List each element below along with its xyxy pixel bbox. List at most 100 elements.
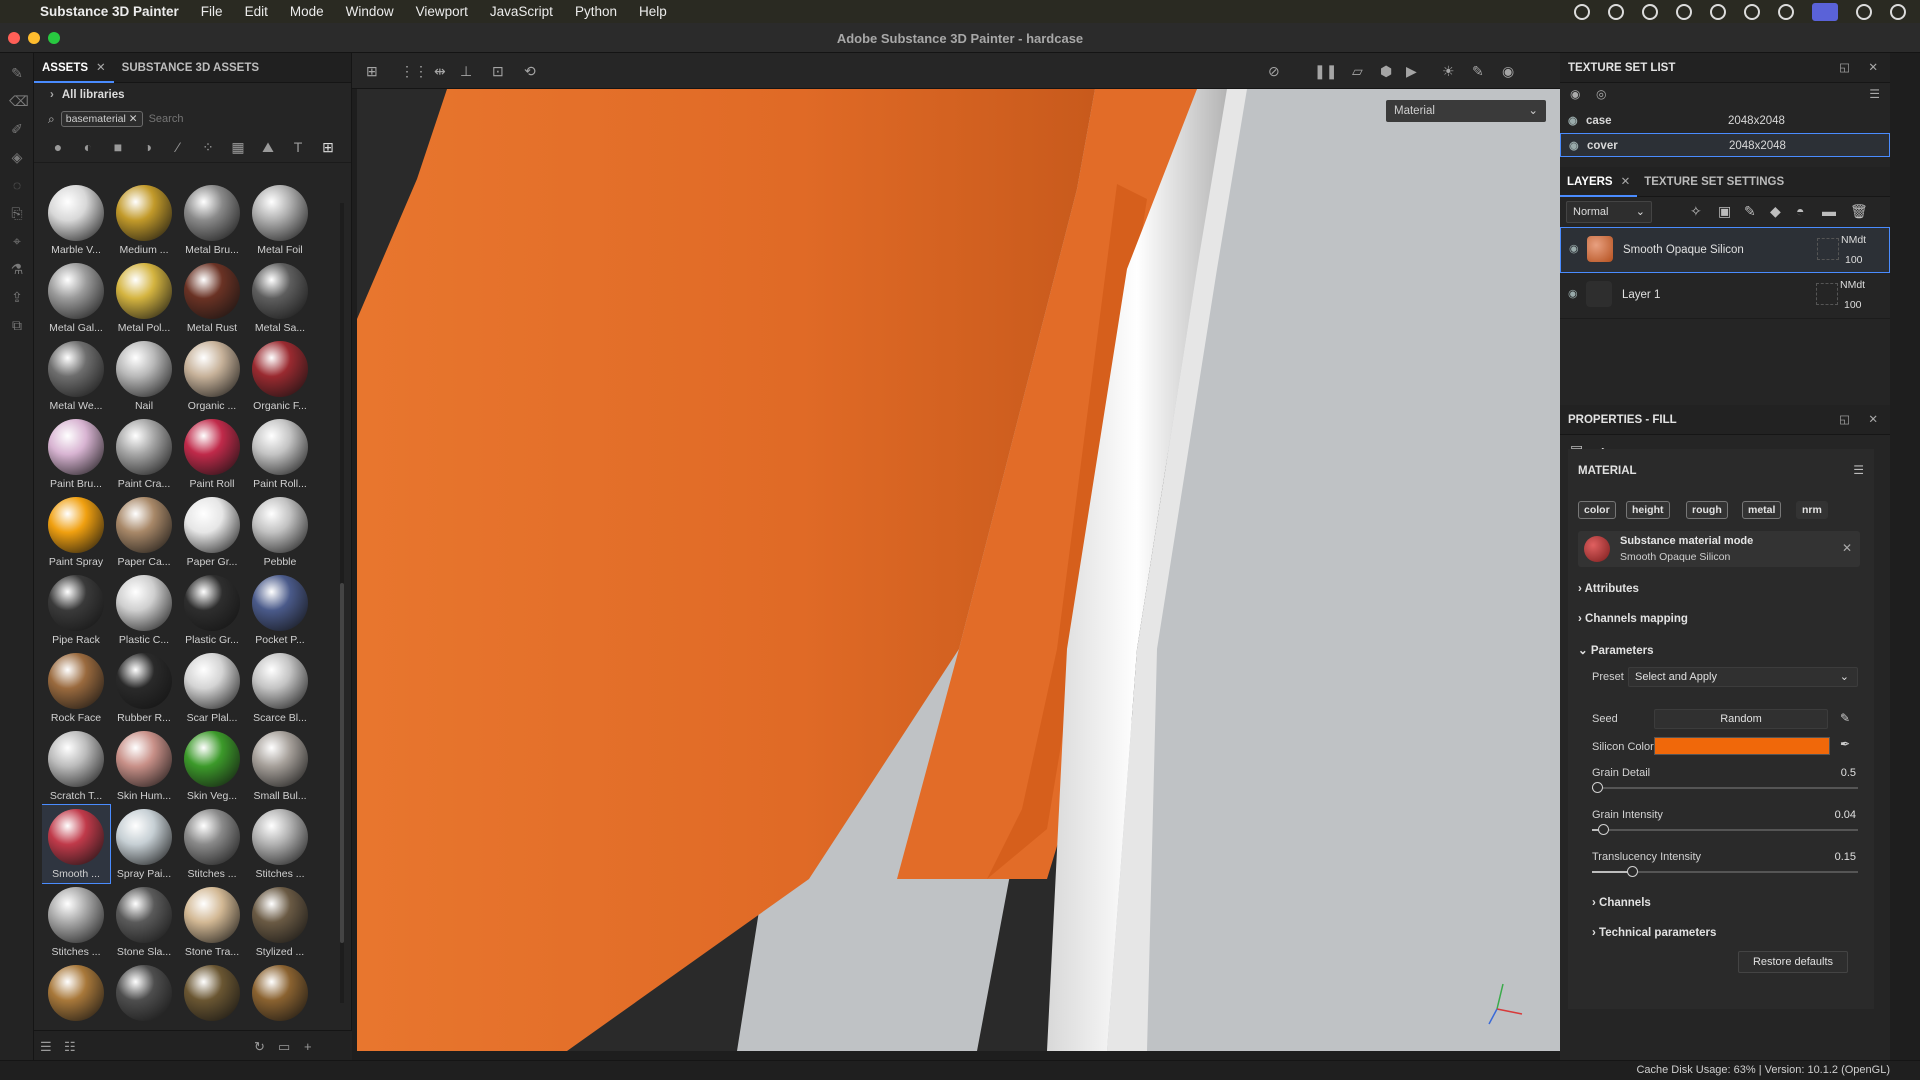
assets-icon[interactable]: ⧉ xyxy=(9,317,25,333)
viewport-mode-select[interactable]: Material ⌄ xyxy=(1386,100,1546,122)
tray-app-icon[interactable] xyxy=(1856,3,1872,20)
visibility-toggle-icon[interactable]: ◉ xyxy=(1570,87,1580,101)
filter-brushes-icon[interactable]: ⁄ xyxy=(170,139,186,155)
material-picker-icon[interactable]: ⌖ xyxy=(9,233,25,249)
menu-edit[interactable]: Edit xyxy=(245,4,268,19)
asset-thumbnail[interactable]: Paper Ca... xyxy=(110,493,178,571)
effects-icon[interactable]: ✧ xyxy=(1690,203,1702,220)
menu-help[interactable]: Help xyxy=(639,4,667,19)
details-view-icon[interactable]: ☷ xyxy=(64,1039,76,1055)
bake-icon[interactable]: ⚗ xyxy=(9,261,25,277)
asset-thumbnail[interactable]: Plastic Gr... xyxy=(178,571,246,649)
brush-mode-icon[interactable]: ✎ xyxy=(1472,63,1484,80)
asset-thumbnail[interactable]: Scarce Bl... xyxy=(246,649,314,727)
asset-thumbnail[interactable]: Stylized ... xyxy=(178,961,246,1023)
filter-text-icon[interactable]: T xyxy=(290,139,306,155)
tab-layers[interactable]: LAYERS ✕ xyxy=(1560,167,1638,197)
menu-mode[interactable]: Mode xyxy=(290,4,324,19)
2d-view-icon[interactable]: ▱ xyxy=(1352,63,1363,80)
asset-thumbnail[interactable]: Metal Foil xyxy=(246,181,314,259)
menu-window[interactable]: Window xyxy=(346,4,394,19)
reset-camera-icon[interactable]: ⟲ xyxy=(524,63,536,80)
list-view-icon[interactable]: ☰ xyxy=(40,1039,52,1055)
section-parameters[interactable]: ⌄ Parameters xyxy=(1578,643,1654,657)
grain-intensity-slider[interactable] xyxy=(1592,824,1858,835)
paint-layer-icon[interactable]: ✎ xyxy=(1744,203,1756,220)
preset-select[interactable]: Select and Apply ⌄ xyxy=(1628,667,1858,687)
restore-defaults-button[interactable]: Restore defaults xyxy=(1738,951,1848,973)
asset-thumbnail[interactable]: Pipe Rack xyxy=(42,571,110,649)
silicon-color-swatch[interactable] xyxy=(1654,737,1830,755)
tray-app-icon[interactable] xyxy=(1710,3,1726,20)
asset-thumbnail[interactable]: Skin Hum... xyxy=(110,727,178,805)
channel-color-toggle[interactable]: color xyxy=(1578,501,1616,519)
substance-material-card[interactable]: Substance material mode Smooth Opaque Si… xyxy=(1578,531,1860,567)
menu-icon[interactable]: ☰ xyxy=(1869,87,1880,101)
asset-thumbnail[interactable]: Metal Sa... xyxy=(246,259,314,337)
slider-handle[interactable] xyxy=(1598,824,1609,835)
channel-rough-toggle[interactable]: rough xyxy=(1686,501,1728,519)
asset-thumbnail[interactable]: Rock Face xyxy=(42,649,110,727)
close-icon[interactable]: ✕ xyxy=(1842,541,1852,555)
camera-icon[interactable]: ▶ xyxy=(1406,63,1417,80)
geometry-fill-icon[interactable]: ◈ xyxy=(9,149,25,165)
libraries-breadcrumb[interactable]: › All libraries xyxy=(34,83,351,107)
lighting-icon[interactable]: ☀ xyxy=(1442,63,1455,80)
section-channels-mapping[interactable]: › Channels mapping xyxy=(1578,613,1688,625)
section-technical-parameters[interactable]: › Technical parameters xyxy=(1592,927,1716,939)
asset-thumbnail[interactable]: Plastic C... xyxy=(110,571,178,649)
asset-thumbnail[interactable]: Pebble xyxy=(246,493,314,571)
grid-view-icon[interactable]: ⊞ xyxy=(366,63,378,80)
frame-icon[interactable]: ⊡ xyxy=(492,63,504,80)
eye-icon[interactable]: ◉ xyxy=(1568,287,1578,300)
filter-environments-icon[interactable]: ⛰ xyxy=(260,139,276,155)
export-icon[interactable]: ⇪ xyxy=(9,289,25,305)
asset-thumbnail[interactable]: Rubber R... xyxy=(110,649,178,727)
app-menu[interactable]: Substance 3D Painter xyxy=(40,4,179,19)
pause-icon[interactable]: ❚❚ xyxy=(1314,63,1337,80)
menu-viewport[interactable]: Viewport xyxy=(416,4,468,19)
maximize-icon[interactable]: ◱ xyxy=(1839,53,1850,83)
close-icon[interactable]: ✕ xyxy=(96,62,106,74)
asset-thumbnail[interactable]: Stone Sla... xyxy=(110,883,178,961)
asset-thumbnail[interactable]: Metal Bru... xyxy=(178,181,246,259)
fill-layer-icon[interactable]: ◆ xyxy=(1770,203,1781,220)
channel-height-toggle[interactable]: height xyxy=(1626,501,1670,519)
hide-icon[interactable]: ⊘ xyxy=(1268,63,1280,80)
tab-texture-set-settings[interactable]: TEXTURE SET SETTINGS xyxy=(1637,167,1791,197)
eye-icon[interactable]: ◉ xyxy=(1568,109,1578,133)
asset-thumbnail[interactable]: Paper Gr... xyxy=(178,493,246,571)
filter-particles-icon[interactable]: ⁘ xyxy=(200,139,216,155)
asset-thumbnail[interactable]: Nail xyxy=(110,337,178,415)
tray-app-icon[interactable] xyxy=(1676,3,1692,20)
asset-thumbnail[interactable]: Stylized ... xyxy=(42,961,110,1023)
filter-smart-materials-icon[interactable]: ◐ xyxy=(80,139,96,155)
3d-viewport[interactable]: Material ⌄ xyxy=(357,89,1560,1051)
paint-brush-icon[interactable]: ✎ xyxy=(9,65,25,81)
asset-thumbnail[interactable]: Marble V... xyxy=(42,181,110,259)
menu-icon[interactable]: ☰ xyxy=(1853,463,1864,477)
folder-icon[interactable]: ▭ xyxy=(278,1039,290,1055)
screen-share-icon[interactable] xyxy=(1812,2,1838,21)
eyedropper-icon[interactable]: ✒ xyxy=(1840,737,1850,751)
menu-javascript[interactable]: JavaScript xyxy=(490,4,553,19)
trash-icon[interactable]: 🗑 xyxy=(1850,203,1868,220)
close-icon[interactable]: ✕ xyxy=(1868,405,1878,435)
eye-icon[interactable]: ◎ xyxy=(1596,87,1606,101)
smudge-icon[interactable]: ◌ xyxy=(9,177,25,193)
menu-file[interactable]: File xyxy=(201,4,223,19)
menu-python[interactable]: Python xyxy=(575,4,617,19)
pencil-icon[interactable]: ✎ xyxy=(1840,711,1850,725)
asset-thumbnail[interactable]: Scar Plal... xyxy=(178,649,246,727)
tray-app-icon[interactable] xyxy=(1574,3,1590,20)
texture-set-cover[interactable]: ◉ cover 2048x2048 xyxy=(1560,133,1890,157)
asset-thumbnail[interactable]: Stone Tra... xyxy=(178,883,246,961)
slider-handle[interactable] xyxy=(1627,866,1638,877)
close-icon[interactable]: ✕ xyxy=(1621,176,1631,188)
screenshot-icon[interactable]: ◉ xyxy=(1502,63,1514,80)
asset-thumbnail[interactable]: Organic F... xyxy=(246,337,314,415)
blend-mode-select[interactable]: Normal ⌄ xyxy=(1566,201,1652,223)
smart-material-icon[interactable]: ◓ xyxy=(1796,203,1804,219)
filter-masks-icon[interactable]: ■ xyxy=(110,139,126,155)
mask-slot[interactable] xyxy=(1817,238,1839,260)
